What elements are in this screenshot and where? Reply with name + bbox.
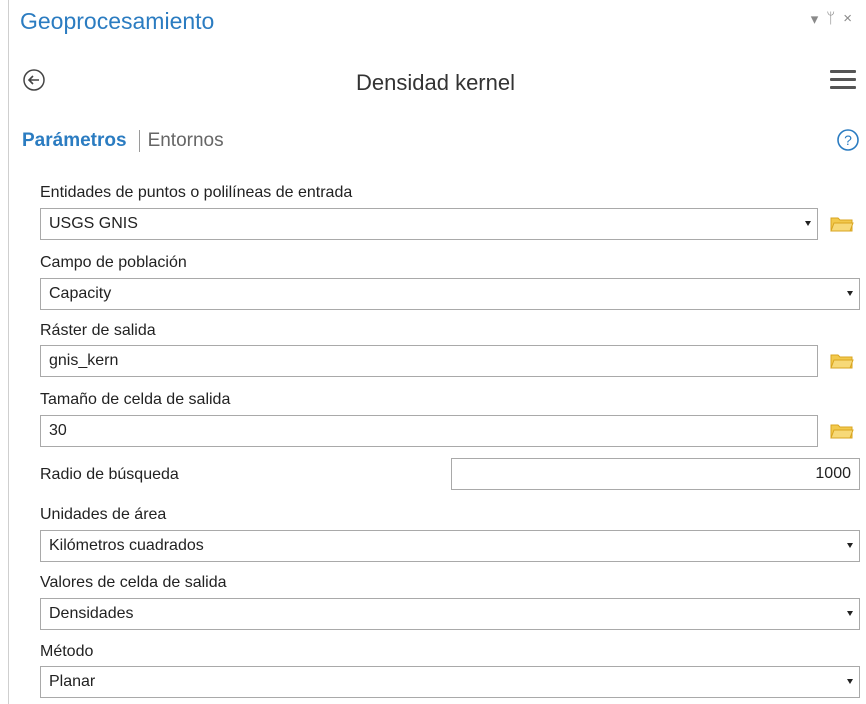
- population-field-value: Capacity: [49, 285, 112, 302]
- output-values-dropdown[interactable]: Densidades: [40, 598, 860, 630]
- tab-parameters[interactable]: Parámetros: [22, 130, 127, 152]
- tab-divider: [138, 130, 140, 152]
- chevron-down-icon: [847, 543, 853, 548]
- cell-size-value: 30: [49, 422, 67, 439]
- svg-text:?: ?: [844, 132, 852, 148]
- pane-title: Geoprocesamiento: [20, 8, 215, 34]
- cell-size-input[interactable]: 30: [40, 415, 818, 447]
- chevron-down-icon: [847, 291, 853, 296]
- output-values-value: Densidades: [49, 605, 134, 622]
- hamburger-menu-icon[interactable]: [830, 70, 856, 92]
- area-units-value: Kilómetros cuadrados: [49, 537, 204, 554]
- pane-options-icon[interactable]: ▾: [811, 10, 819, 28]
- area-units-label: Unidades de área: [40, 506, 167, 523]
- search-radius-input[interactable]: 1000: [451, 458, 860, 490]
- output-raster-input[interactable]: gnis_kern: [40, 345, 818, 377]
- input-features-value: USGS GNIS: [49, 215, 138, 232]
- help-icon[interactable]: ?: [836, 128, 860, 152]
- cell-size-label: Tamaño de celda de salida: [40, 391, 231, 408]
- method-label: Método: [40, 643, 94, 660]
- tool-title: Densidad kernel: [356, 70, 515, 95]
- close-icon[interactable]: ×: [843, 10, 852, 28]
- search-radius-label: Radio de búsqueda: [40, 466, 179, 483]
- tab-bar: Parámetros Entornos: [22, 130, 224, 152]
- search-radius-value: 1000: [815, 465, 851, 482]
- population-field-dropdown[interactable]: Capacity: [40, 278, 860, 310]
- method-value: Planar: [49, 673, 96, 690]
- back-arrow-icon[interactable]: [22, 68, 46, 92]
- input-features-dropdown[interactable]: USGS GNIS: [40, 208, 818, 240]
- tab-environments[interactable]: Entornos: [148, 130, 224, 152]
- chevron-down-icon: [847, 679, 853, 684]
- output-values-label: Valores de celda de salida: [40, 574, 227, 591]
- output-raster-value: gnis_kern: [49, 352, 119, 369]
- output-raster-label: Ráster de salida: [40, 322, 156, 339]
- pin-icon[interactable]: ᛘ: [826, 10, 835, 28]
- input-features-label: Entidades de puntos o polilíneas de entr…: [40, 184, 353, 201]
- population-field-label: Campo de población: [40, 254, 187, 271]
- pane-controls: ▾ ᛘ ×: [811, 10, 852, 28]
- folder-icon[interactable]: [830, 215, 854, 233]
- pane-left-border: [8, 0, 9, 704]
- chevron-down-icon: [805, 221, 811, 226]
- folder-icon[interactable]: [830, 422, 854, 440]
- method-dropdown[interactable]: Planar: [40, 666, 860, 698]
- area-units-dropdown[interactable]: Kilómetros cuadrados: [40, 530, 860, 562]
- chevron-down-icon: [847, 611, 853, 616]
- folder-icon[interactable]: [830, 352, 854, 370]
